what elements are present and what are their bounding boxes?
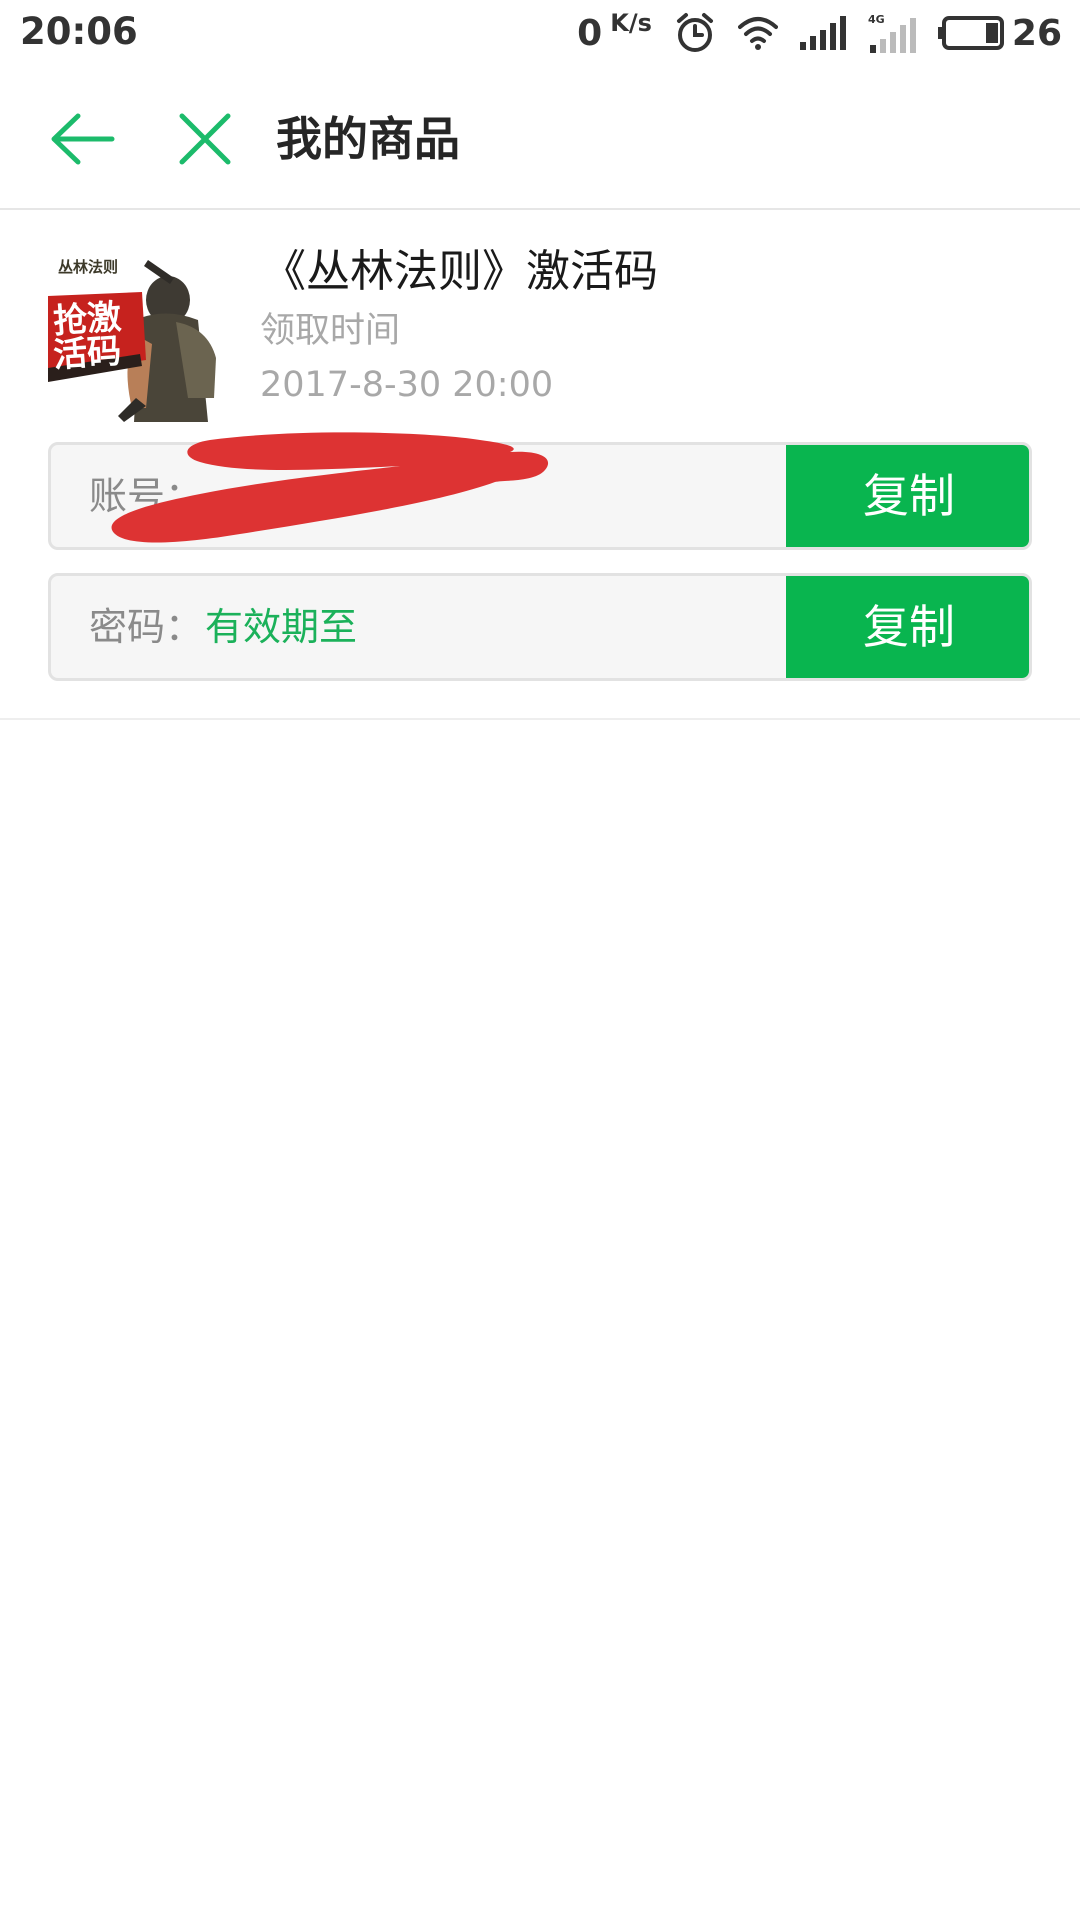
copy-account-button[interactable]: 复制: [786, 445, 1029, 547]
received-time-value: 2017-8-30 20:00: [260, 365, 554, 405]
copy-password-button[interactable]: 复制: [786, 576, 1029, 678]
product-card: 丛林法则 抢激 活码 《丛林法则》激活码 领取时间 2017-8-30 20:0…: [0, 212, 1080, 720]
svg-text:活码: 活码: [52, 331, 123, 376]
battery-icon: [937, 16, 1004, 50]
battery-percent: 26: [1011, 12, 1062, 54]
network-speed-unit: K/s: [610, 8, 652, 37]
account-row: 账号： 复制: [48, 442, 1032, 550]
password-value: 有效期至: [205, 605, 358, 649]
account-label: 账号：: [89, 474, 204, 518]
wifi-icon: [737, 17, 778, 50]
close-icon[interactable]: [172, 106, 238, 172]
svg-text:4G: 4G: [868, 13, 885, 26]
password-row: 密码： 有效期至 复制: [48, 573, 1032, 681]
network-speed-value: 0: [577, 12, 603, 54]
product-title: 《丛林法则》激活码: [262, 246, 658, 297]
status-time: 20:06: [20, 10, 138, 53]
product-image-caption: 丛林法则: [58, 258, 118, 276]
signal-4g-icon: 4G: [868, 13, 916, 53]
page-title: 我的商品: [276, 112, 460, 166]
signal-icon: [799, 16, 846, 50]
battery: 26: [937, 12, 1062, 54]
arrow-left-icon[interactable]: [48, 106, 118, 172]
password-label: 密码：: [89, 605, 204, 649]
navigation-bar: 我的商品: [0, 66, 1080, 210]
status-bar: 20:06 0 K/s 4G 26: [0, 0, 1080, 66]
received-time-label: 领取时间: [260, 311, 401, 351]
network-speed: 0 K/s: [577, 9, 652, 54]
alarm-icon: [676, 13, 713, 52]
status-icons: 0 K/s 4G 26: [577, 8, 1062, 58]
product-image: 丛林法则 抢激 活码: [48, 248, 222, 422]
